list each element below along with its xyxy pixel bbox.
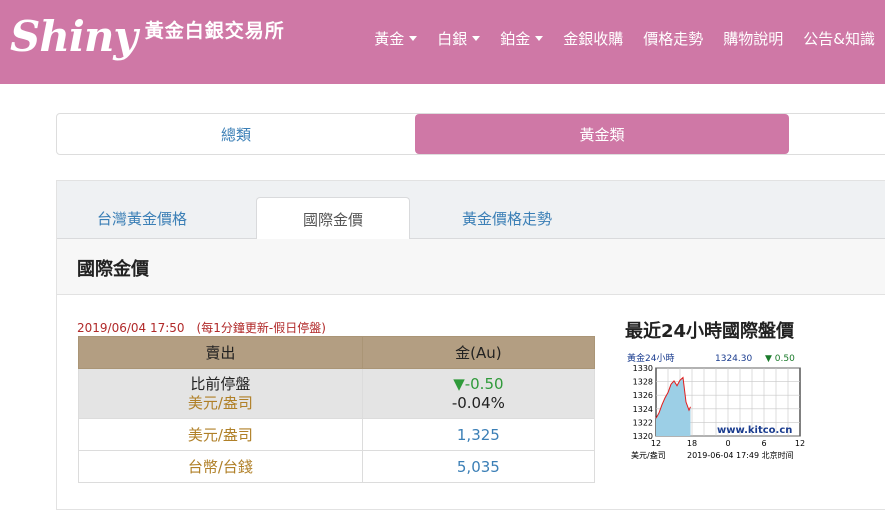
price-tabs: 台灣黃金價格 國際金價 黃金價格走勢	[57, 181, 885, 240]
chart-y-tick-label: 1326	[633, 391, 653, 400]
gold-24h-chart: 黃金24小時 1324.30 ▼ 0.50 1320 1322 1324 1326 13…	[625, 351, 809, 463]
top-navbar: Shiny 黃金白銀交易所 黃金 白銀 鉑金 金銀收購 價格走勢 購物說明 公告…	[0, 0, 885, 84]
price-table: 賣出 金(Au) 比前停盤 美元/盎司 ▼-0.50 -0.04% 美元/盎司 …	[78, 336, 596, 483]
chart-caption-price: 1324.30	[715, 354, 752, 364]
nav-label: 公告&知識	[803, 30, 875, 48]
chart-y-tick-label: 1322	[633, 418, 653, 427]
category-toggle: 總類 黃金類	[56, 113, 885, 155]
panel-heading-band: 國際金價	[57, 239, 885, 295]
close-label-cell: 比前停盤 美元/盎司	[78, 368, 363, 419]
price-panel: 台灣黃金價格 國際金價 黃金價格走勢 國際金價 2019/06/04 17:50…	[56, 180, 885, 510]
price-change-percent: -0.04%	[451, 393, 505, 412]
row-label-usd-oz: 美元/盎司	[78, 418, 363, 451]
nav-item-price-trend[interactable]: 價格走勢	[643, 28, 703, 49]
chevron-down-icon	[409, 36, 418, 41]
nav-item-silver[interactable]: 白銀	[437, 28, 481, 49]
table-row: 比前停盤 美元/盎司 ▼-0.50 -0.04%	[78, 368, 596, 419]
nav-label: 鉑金	[500, 30, 531, 48]
main-nav: 黃金 白銀 鉑金 金銀收購 價格走勢 購物說明 公告&知識	[354, 28, 875, 49]
table-row: 美元/盎司 1,325	[78, 418, 596, 451]
table-row: 台幣/台錢 5,035	[78, 450, 596, 483]
column-header-gold: 金(Au)	[361, 336, 596, 369]
row-label-twd-tael: 台幣/台錢	[78, 450, 363, 483]
chart-x-tick-label: 12	[651, 439, 661, 448]
tab-taiwan-gold-price[interactable]: 台灣黃金價格	[67, 197, 217, 239]
nav-item-gold[interactable]: 黃金	[374, 28, 418, 49]
update-timestamp: 2019/06/04 17:50 (每1分鐘更新-假日停盤)	[77, 321, 326, 335]
row-value-twd-tael: 5,035	[361, 450, 596, 483]
nav-label: 金銀收購	[563, 30, 624, 48]
nav-item-shopping-guide[interactable]: 購物說明	[723, 28, 783, 49]
nav-label: 價格走勢	[643, 30, 704, 48]
close-change-cell: ▼-0.50 -0.04%	[361, 368, 596, 419]
price-change: ▼-0.50	[453, 374, 504, 393]
chart-y-ticks: 132013221324132613281330	[633, 364, 653, 441]
chart-x-tick-label: 6	[761, 439, 766, 448]
chart-y-tick-label: 1330	[633, 364, 653, 373]
logo-script: Shiny	[10, 11, 138, 61]
table-header-row: 賣出 金(Au)	[78, 336, 596, 369]
chevron-down-icon	[535, 36, 544, 41]
chart-watermark: www.kitco.cn	[717, 425, 792, 436]
close-label: 比前停盤	[190, 374, 251, 393]
chart-x-tick-label: 12	[795, 439, 805, 448]
row-value-usd-oz: 1,325	[361, 418, 596, 451]
nav-item-buyback[interactable]: 金銀收購	[563, 28, 623, 49]
chevron-down-icon	[472, 36, 481, 41]
chart-unit-label: 美元/盎司	[631, 450, 666, 460]
chart-y-tick-label: 1324	[633, 405, 653, 414]
logo-text: 黃金白銀交易所	[144, 19, 285, 42]
category-all-button[interactable]: 總類	[57, 114, 415, 154]
chart-title: 最近24小時國際盤價	[625, 321, 795, 342]
nav-label: 黃金	[374, 30, 405, 48]
chart-timestamp: 2019-06-04 17:49 北京时间	[687, 450, 794, 460]
chart-svg: 黃金24小時 1324.30 ▼ 0.50 132013221324132613…	[627, 352, 805, 460]
chart-y-tick-label: 1328	[633, 378, 653, 387]
category-gold-button[interactable]: 黃金類	[415, 114, 789, 154]
close-unit-label: 美元/盎司	[187, 393, 253, 412]
panel-heading: 國際金價	[77, 259, 149, 280]
tab-international-gold-price[interactable]: 國際金價	[256, 197, 410, 240]
nav-item-announcements[interactable]: 公告&知識	[803, 28, 875, 49]
tab-gold-price-trend[interactable]: 黃金價格走勢	[432, 197, 582, 239]
site-logo[interactable]: Shiny 黃金白銀交易所	[10, 6, 285, 66]
nav-label: 白銀	[437, 30, 468, 48]
nav-label: 購物說明	[723, 30, 784, 48]
chart-caption-change: ▼ 0.50	[765, 354, 795, 364]
chart-x-ticks: 12 18 0 6 12	[651, 439, 805, 448]
chart-x-tick-label: 0	[725, 439, 730, 448]
nav-item-platinum[interactable]: 鉑金	[500, 28, 544, 49]
column-header-sell: 賣出	[78, 336, 363, 369]
chart-caption-title: 黃金24小時	[627, 352, 674, 364]
chart-x-tick-label: 18	[687, 439, 697, 448]
